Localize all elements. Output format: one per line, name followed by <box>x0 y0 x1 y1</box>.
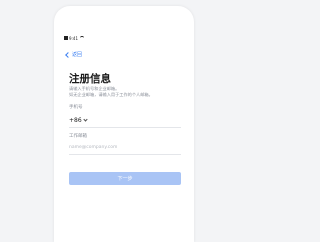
back-label: 返回 <box>72 52 83 58</box>
status-time: 9:41 <box>69 35 78 41</box>
signal-icon <box>64 36 68 40</box>
stage: 9:41 返回 注册信息 请输入手机号和企业邮箱。 如无企业邮箱，请输入用于工作… <box>0 0 248 242</box>
status-bar: 9:41 <box>64 35 84 41</box>
wifi-icon <box>79 36 84 40</box>
chevron-left-icon <box>65 51 71 58</box>
email-field[interactable] <box>69 143 181 152</box>
phone-divider <box>69 127 181 128</box>
chevron-down-icon <box>83 116 88 122</box>
back-button[interactable]: 返回 <box>65 51 83 58</box>
next-button[interactable]: 下一步 <box>69 172 181 185</box>
email-divider <box>69 154 181 155</box>
subtitle-line-2: 如无企业邮箱，请输入用于工作的个人邮箱。 <box>69 92 153 97</box>
phone-frame: 9:41 返回 注册信息 请输入手机号和企业邮箱。 如无企业邮箱，请输入用于工作… <box>54 6 194 242</box>
country-code-select[interactable]: +86 <box>69 115 181 125</box>
page-subtitle: 请输入手机号和企业邮箱。 如无企业邮箱，请输入用于工作的个人邮箱。 <box>69 86 187 98</box>
email-label: 工作邮箱 <box>69 134 87 139</box>
page-title: 注册信息 <box>69 73 111 85</box>
phone-label: 手机号 <box>69 105 83 110</box>
next-button-label: 下一步 <box>117 176 133 182</box>
country-code-value: +86 <box>69 116 82 124</box>
